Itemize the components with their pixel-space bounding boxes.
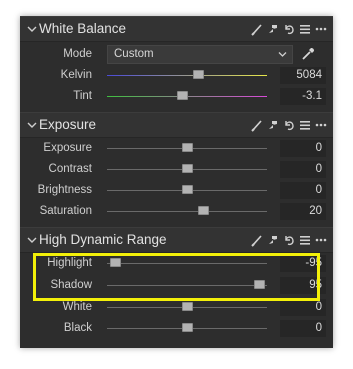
copy-icon[interactable] xyxy=(267,233,279,247)
copy-icon[interactable] xyxy=(267,22,279,36)
mode-label: Mode xyxy=(63,48,92,60)
brightness-slider-handle[interactable] xyxy=(182,185,193,194)
tint-label: Tint xyxy=(73,90,92,102)
section-title: White Balance xyxy=(39,21,127,36)
hdr-header[interactable]: High Dynamic Range xyxy=(20,227,333,253)
kelvin-value[interactable]: 5084 xyxy=(280,67,326,84)
contrast-slider[interactable] xyxy=(107,164,267,173)
more-icon[interactable] xyxy=(315,118,327,132)
kelvin-slider[interactable] xyxy=(107,70,267,79)
brightness-slider[interactable] xyxy=(107,185,267,194)
chevron-down-icon[interactable] xyxy=(26,23,38,35)
menu-icon[interactable] xyxy=(299,22,311,36)
brush-icon[interactable] xyxy=(251,22,263,36)
chevron-down-icon[interactable] xyxy=(26,234,38,246)
exposure-label: Exposure xyxy=(43,142,92,154)
white-balance-header[interactable]: White Balance xyxy=(20,16,333,42)
mode-row: Mode Custom xyxy=(20,44,333,65)
section-title: Exposure xyxy=(39,117,97,132)
chevron-down-icon xyxy=(278,52,287,57)
section-title: High Dynamic Range xyxy=(39,232,167,247)
exposure-value[interactable]: 0 xyxy=(280,140,326,157)
section-tools xyxy=(251,22,327,36)
brightness-label: Brightness xyxy=(37,184,92,196)
mode-select[interactable]: Custom xyxy=(107,45,293,64)
saturation-label: Saturation xyxy=(39,205,92,217)
adjustments-panel: White Balance Mode Custom Kelvin 5084 Ti… xyxy=(20,16,333,348)
saturation-slider-handle[interactable] xyxy=(198,206,209,215)
tint-row: Tint -3.1 xyxy=(20,86,333,107)
copy-icon[interactable] xyxy=(267,118,279,132)
eyedropper-icon[interactable] xyxy=(301,47,315,61)
exposure-slider[interactable] xyxy=(107,143,267,152)
mode-value: Custom xyxy=(114,48,154,60)
black-value[interactable]: 0 xyxy=(280,320,326,337)
more-icon[interactable] xyxy=(315,22,327,36)
white-slider-handle[interactable] xyxy=(182,302,193,311)
saturation-value[interactable]: 20 xyxy=(280,203,326,220)
reset-icon[interactable] xyxy=(283,22,295,36)
saturation-slider[interactable] xyxy=(107,206,267,215)
tint-value[interactable]: -3.1 xyxy=(280,88,326,105)
brightness-value[interactable]: 0 xyxy=(280,182,326,199)
white-label: White xyxy=(62,301,92,313)
tint-slider-handle[interactable] xyxy=(177,91,189,100)
brush-icon[interactable] xyxy=(251,118,263,132)
contrast-slider-handle[interactable] xyxy=(182,164,193,173)
brush-icon[interactable] xyxy=(251,233,263,247)
brightness-row: Brightness 0 xyxy=(20,180,333,201)
kelvin-label: Kelvin xyxy=(60,69,92,81)
white-value[interactable]: 0 xyxy=(280,299,326,316)
black-slider[interactable] xyxy=(107,323,267,332)
white-slider[interactable] xyxy=(107,302,267,311)
chevron-down-icon[interactable] xyxy=(26,119,38,131)
black-slider-handle[interactable] xyxy=(182,323,193,332)
highlight-annotation-frame xyxy=(33,253,320,301)
exposure-slider-handle[interactable] xyxy=(182,143,193,152)
section-tools xyxy=(251,233,327,247)
menu-icon[interactable] xyxy=(299,118,311,132)
kelvin-slider-handle[interactable] xyxy=(193,70,205,79)
more-icon[interactable] xyxy=(315,233,327,247)
contrast-value[interactable]: 0 xyxy=(280,161,326,178)
contrast-row: Contrast 0 xyxy=(20,159,333,180)
contrast-label: Contrast xyxy=(48,163,92,175)
exposure-header[interactable]: Exposure xyxy=(20,112,333,138)
section-tools xyxy=(251,118,327,132)
kelvin-row: Kelvin 5084 xyxy=(20,65,333,86)
black-row: Black 0 xyxy=(20,318,333,339)
saturation-row: Saturation 20 xyxy=(20,201,333,222)
tint-slider[interactable] xyxy=(107,91,267,100)
reset-icon[interactable] xyxy=(283,233,295,247)
reset-icon[interactable] xyxy=(283,118,295,132)
black-label: Black xyxy=(63,322,92,334)
menu-icon[interactable] xyxy=(299,233,311,247)
exposure-row: Exposure 0 xyxy=(20,138,333,159)
